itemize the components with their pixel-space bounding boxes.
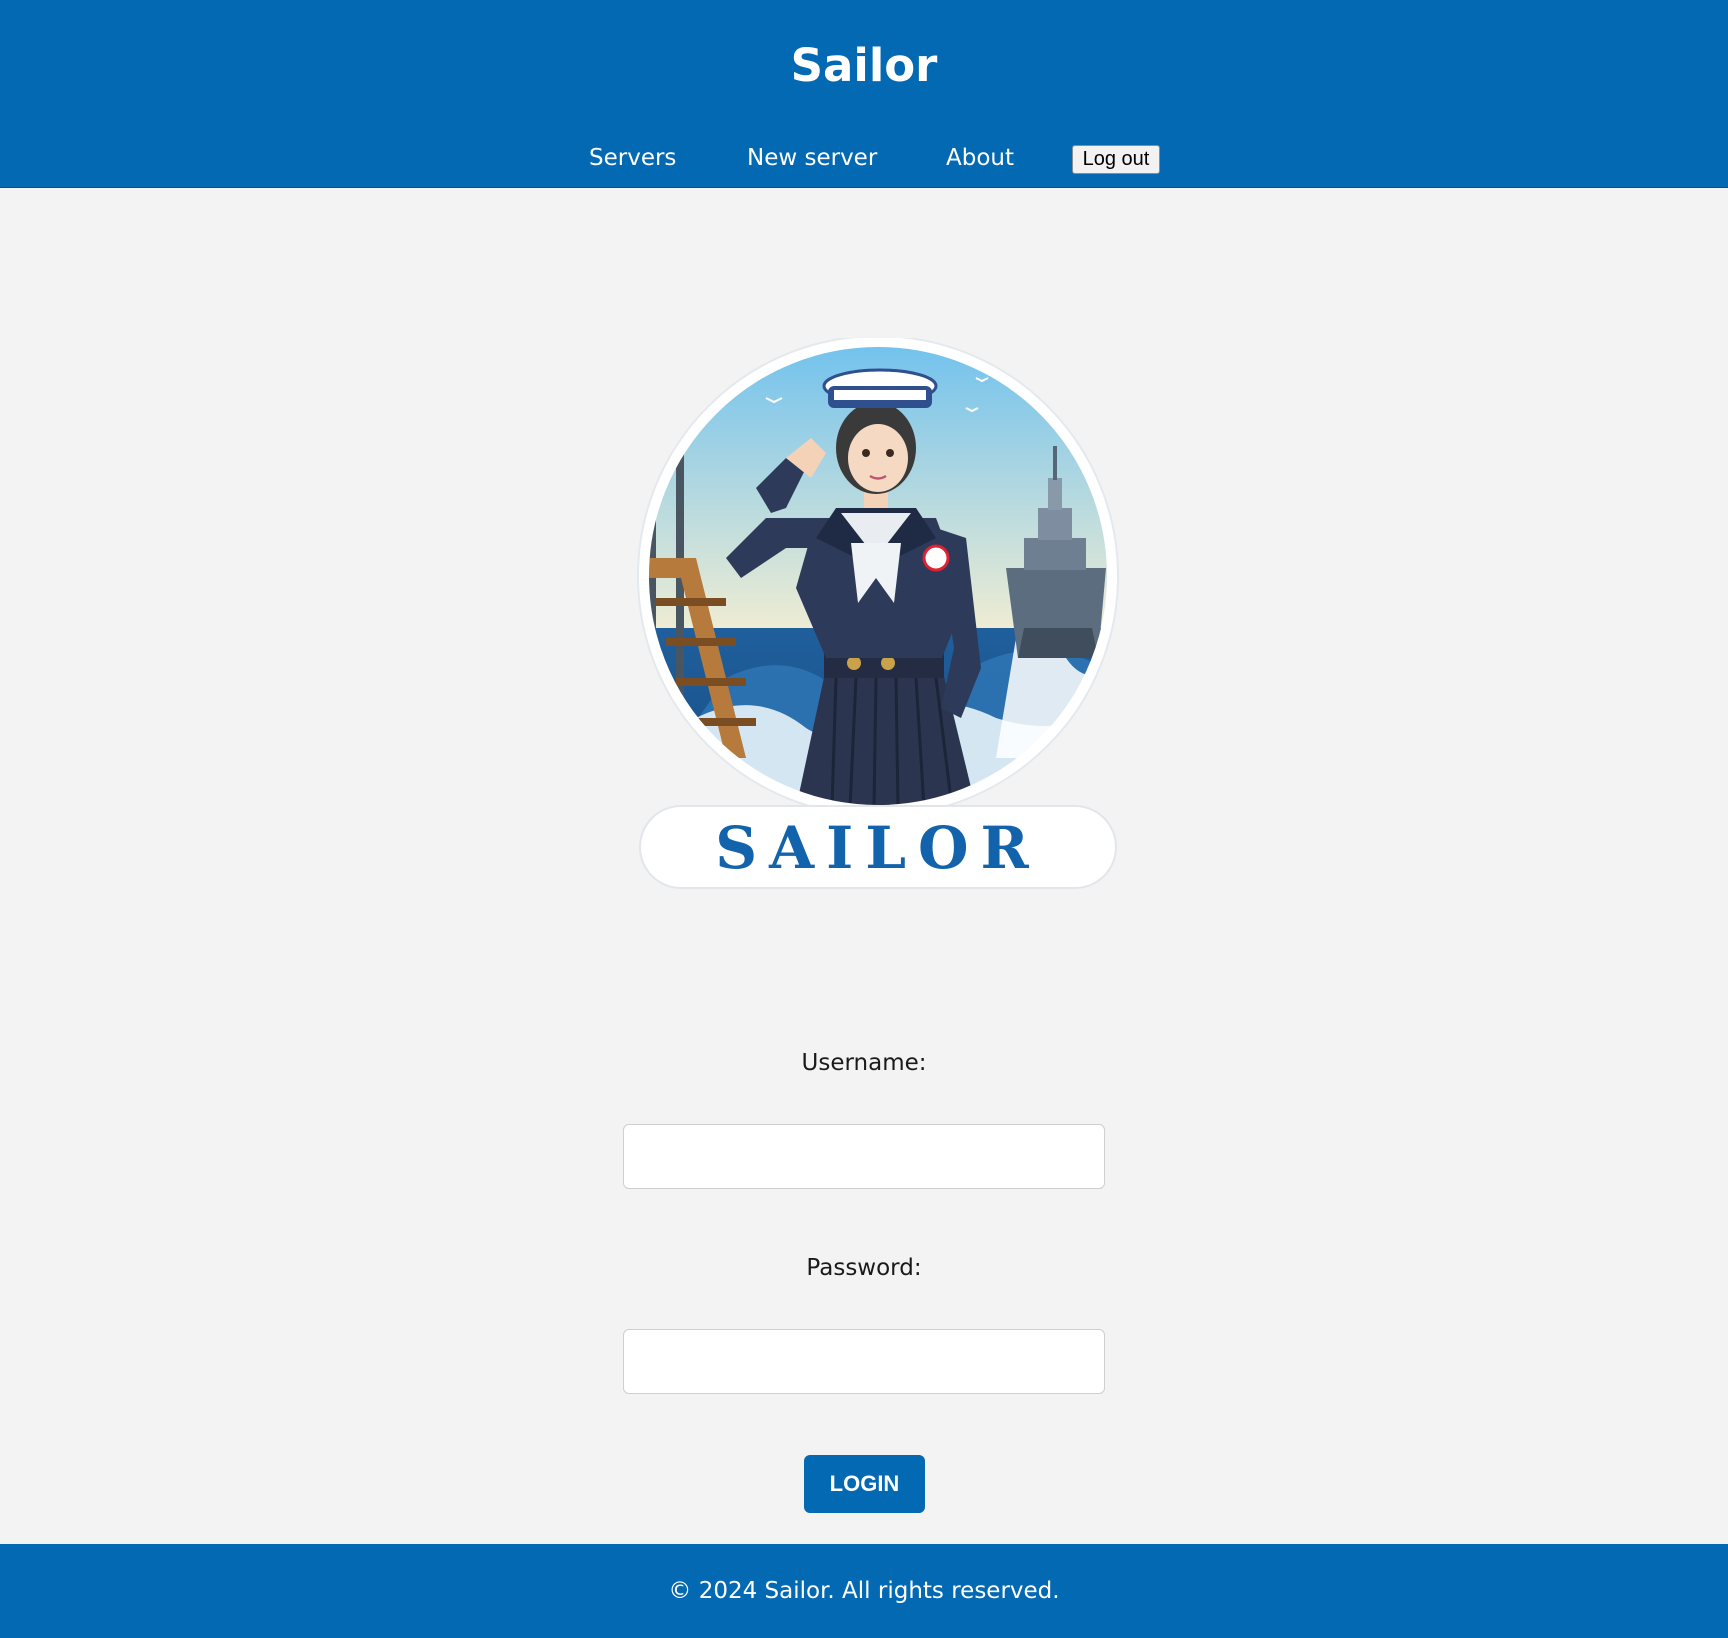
site-header: Sailor Servers New server About Log out <box>0 0 1728 188</box>
site-title: Sailor <box>790 39 938 92</box>
site-footer: © 2024 Sailor. All rights reserved. <box>0 1544 1728 1638</box>
nav-link-servers[interactable]: Servers <box>589 140 676 176</box>
sailor-logo-image: SAILOR <box>637 335 1119 889</box>
nav-link-new-server[interactable]: New server <box>747 140 877 176</box>
logo-wordmark: SAILOR <box>715 814 1041 882</box>
nav-link-about[interactable]: About <box>946 140 1014 176</box>
login-button[interactable]: LOGIN <box>804 1455 925 1513</box>
username-label: Username: <box>801 1050 927 1076</box>
logout-button[interactable]: Log out <box>1072 145 1160 174</box>
username-input[interactable] <box>623 1124 1105 1189</box>
sailor-logo: SAILOR <box>636 335 1120 890</box>
main-nav: Servers New server About Log out <box>0 140 1728 180</box>
footer-copyright: © 2024 Sailor. All rights reserved. <box>668 1578 1060 1604</box>
password-label: Password: <box>806 1255 922 1281</box>
password-input[interactable] <box>623 1329 1105 1394</box>
